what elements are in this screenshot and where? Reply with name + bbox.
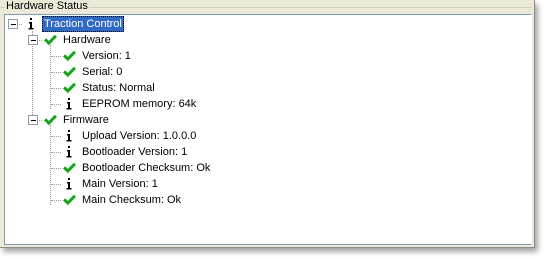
tree-connector (51, 152, 61, 153)
collapse-root-button[interactable] (8, 19, 18, 29)
tree-connector (51, 184, 61, 185)
tree-leaf-hardware-eeprom[interactable]: EEPROM memory: 64k (61, 96, 361, 112)
tree-connector (51, 56, 61, 57)
hardware-status-tree[interactable]: Traction Control Hardware Version: 1 Ser… (4, 14, 532, 245)
tree-connector (50, 45, 51, 109)
tree-connector (50, 125, 51, 205)
tree-leaf-label: Bootloader Checksum: Ok (82, 162, 211, 174)
check-icon (61, 64, 77, 80)
tree-leaf-hardware-serial[interactable]: Serial: 0 (61, 64, 361, 80)
tree-node-label: Firmware (63, 114, 109, 126)
hardware-status-groupbox: Hardware Status Traction Control Hardwar… (0, 0, 535, 248)
info-icon (61, 176, 77, 192)
tree-node-hardware[interactable]: Hardware (42, 32, 242, 48)
check-icon (42, 32, 58, 48)
tree-node-firmware[interactable]: Firmware (42, 112, 242, 128)
check-icon (61, 192, 77, 208)
collapse-firmware-button[interactable] (28, 115, 38, 125)
tree-node-label: Hardware (63, 34, 111, 46)
tree-connector (51, 104, 61, 105)
tree-node-label: Traction Control (42, 16, 124, 32)
tree-leaf-label: Version: 1 (82, 50, 131, 62)
check-icon (61, 80, 77, 96)
tree-leaf-label: EEPROM memory: 64k (82, 98, 197, 110)
tree-connector (51, 72, 61, 73)
tree-leaf-main-checksum[interactable]: Main Checksum: Ok (61, 192, 361, 208)
tree-connector (51, 136, 61, 137)
tree-connector (51, 168, 61, 169)
tree-leaf-label: Serial: 0 (82, 66, 123, 78)
check-icon (42, 112, 58, 128)
tree-leaf-label: Upload Version: 1.0.0.0 (82, 130, 197, 142)
groupbox-title: Hardware Status (5, 0, 89, 13)
collapse-hardware-button[interactable] (28, 35, 38, 45)
check-icon (61, 48, 77, 64)
tree-connector (51, 200, 61, 201)
screenshot-canvas: Hardware Status Traction Control Hardwar… (0, 0, 547, 259)
tree-leaf-upload-version[interactable]: Upload Version: 1.0.0.0 (61, 128, 361, 144)
tree-node-traction-control[interactable]: Traction Control (23, 16, 223, 32)
info-icon (23, 16, 39, 32)
tree-connector (51, 88, 61, 89)
tree-leaf-hardware-version[interactable]: Version: 1 (61, 48, 361, 64)
info-icon (61, 144, 77, 160)
tree-leaf-bootloader-version[interactable]: Bootloader Version: 1 (61, 144, 361, 160)
tree-leaf-hardware-status[interactable]: Status: Normal (61, 80, 361, 96)
tree-leaf-bootloader-checksum[interactable]: Bootloader Checksum: Ok (61, 160, 361, 176)
tree-leaf-label: Bootloader Version: 1 (82, 146, 188, 158)
tree-leaf-main-version[interactable]: Main Version: 1 (61, 176, 361, 192)
check-icon (61, 160, 77, 176)
tree-connector (32, 31, 33, 125)
tree-leaf-label: Main Version: 1 (82, 178, 158, 190)
tree-leaf-label: Main Checksum: Ok (82, 194, 182, 206)
info-icon (61, 96, 77, 112)
info-icon (61, 128, 77, 144)
tree-leaf-label: Status: Normal (82, 82, 155, 94)
